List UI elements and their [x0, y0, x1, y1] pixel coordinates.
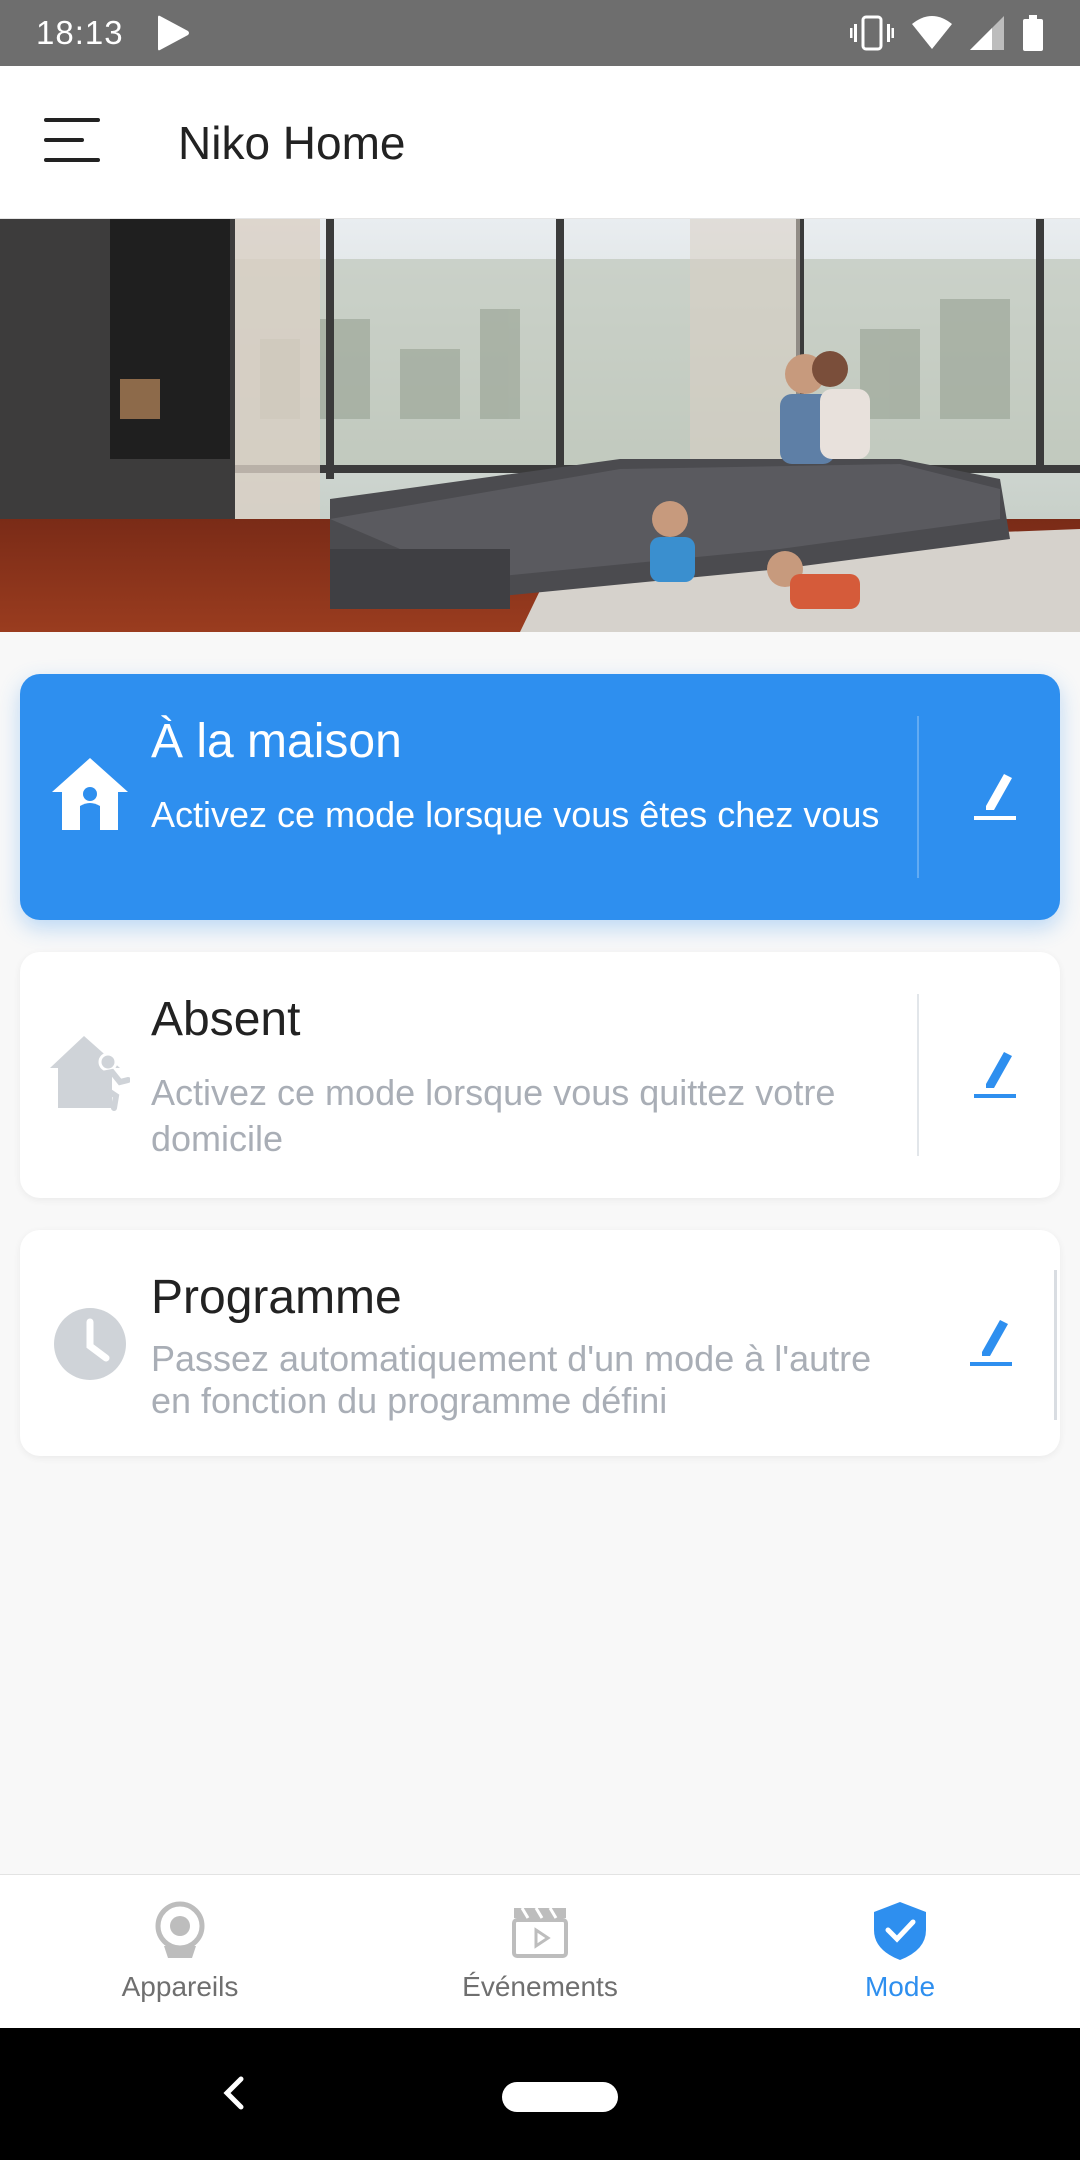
menu-icon-line-top: [44, 118, 100, 122]
battery-icon: [1023, 15, 1043, 51]
card-divider: [917, 994, 919, 1156]
mode-card-absent[interactable]: Absent Activez ce mode lorsque vous quit…: [20, 952, 1060, 1198]
mode-card-schedule[interactable]: Programme Passez automatiquement d'un mo…: [20, 1230, 1060, 1456]
leaving-home-icon: [50, 1036, 130, 1111]
clock-icon: [54, 1308, 126, 1380]
mode-title-schedule: Programme: [151, 1271, 402, 1324]
nav-item-appareils[interactable]: Appareils: [60, 1875, 300, 2029]
mode-title-home: À la maison: [151, 715, 402, 768]
mode-description-home: Activez ce mode lorsque vous êtes chez v…: [151, 794, 880, 835]
nav-label-mode: Mode: [864, 1971, 936, 2002]
card-divider: [917, 716, 919, 878]
living-room-illustration: [0, 219, 1080, 632]
nav-label-appareils: Appareils: [121, 1971, 239, 2002]
menu-button[interactable]: [44, 118, 104, 168]
system-navigation-bar: [0, 2028, 1080, 2160]
signal-icon: [970, 16, 1004, 50]
mode-description-schedule: Passez automatiquement d'un mode à l'aut…: [151, 1338, 872, 1421]
play-store-icon: [157, 15, 189, 51]
wifi-icon: [912, 16, 952, 49]
shield-check-icon: [874, 1902, 926, 1960]
scroll-indicator: [1054, 1270, 1057, 1420]
hero-image: [0, 219, 1080, 632]
menu-icon-line-bottom: [44, 158, 100, 162]
home-person-icon: [52, 758, 128, 830]
clapperboard-icon: [512, 1907, 568, 1958]
status-time: 18:13: [36, 14, 124, 51]
camera-icon: [155, 1901, 205, 1958]
nav-item-evenements[interactable]: Événements: [420, 1875, 660, 2029]
vibrate-icon: [850, 15, 894, 51]
edit-mode-absent-button[interactable]: [960, 1040, 1030, 1110]
status-bar: 18:13: [0, 0, 1080, 66]
app-title: Niko Home: [178, 117, 406, 169]
menu-icon-line-middle: [44, 138, 84, 142]
nav-item-mode[interactable]: Mode: [780, 1875, 1020, 2029]
edit-mode-schedule-button[interactable]: [956, 1308, 1026, 1378]
edit-mode-home-button[interactable]: [960, 762, 1030, 832]
app-bar: Niko Home: [0, 66, 1080, 219]
mode-title-absent: Absent: [151, 993, 301, 1046]
bottom-navigation: Appareils Événements Mode: [0, 1874, 1080, 2028]
mode-card-home[interactable]: À la maison Activez ce mode lorsque vous…: [20, 674, 1060, 920]
back-icon[interactable]: [215, 2073, 255, 2113]
mode-description-absent: Activez ce mode lorsque vous quittez vot…: [151, 1072, 836, 1159]
home-pill-button[interactable]: [502, 2082, 618, 2112]
nav-label-evenements: Événements: [462, 1971, 618, 2002]
